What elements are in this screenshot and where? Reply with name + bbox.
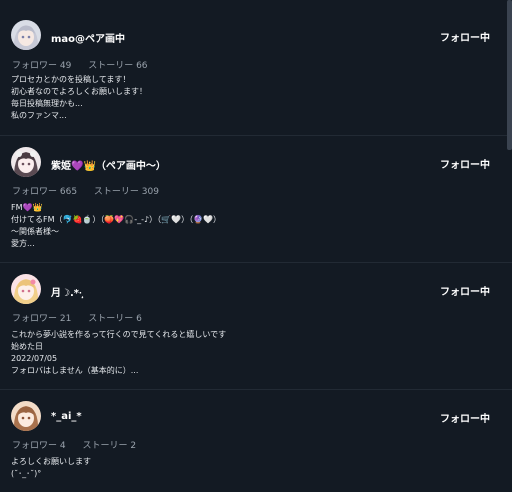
user-name[interactable]: mao@ペア画中	[51, 30, 125, 45]
avatar[interactable]	[11, 274, 41, 304]
bio-line: フォロバはしません（基本的に）...	[11, 366, 139, 375]
followers-count[interactable]: フォロワー 4	[12, 441, 66, 451]
stories-count[interactable]: ストーリー 6	[88, 314, 142, 324]
user-bio: FM💜👑 付けてるFM（🐬🍓🍵）（🍑💖🎧-_-♪）（🛒🤍）（🔮🤍） 〜関係者様〜…	[11, 202, 221, 250]
user-name[interactable]: 月☽.*·̩͙	[51, 284, 82, 299]
user-bio: プロセカとかのを投稿してます！ 初心者なのでよろしくお願いします！ 毎日投稿無理…	[11, 74, 147, 122]
bio-line: 毎日投稿無理かも...	[11, 99, 83, 108]
user-stats: フォロワー 21 ストーリー 6	[12, 311, 142, 324]
bio-line: これから夢小説を作るって行くので見てくれると嬉しいです	[11, 330, 227, 339]
bio-line: プロセカとかのを投稿してます！	[11, 75, 131, 84]
following-button[interactable]: フォロー中	[440, 156, 490, 171]
bio-line: 2022/07/05	[11, 354, 58, 363]
followers-count[interactable]: フォロワー 665	[12, 187, 77, 197]
follow-list: mao@ペア画中 フォロー中 フォロワー 49 ストーリー 66 プロセカとかの…	[0, 0, 512, 492]
user-name[interactable]: 紫姫💜👑（ペア画中〜）	[51, 157, 166, 172]
user-name[interactable]: *_ai_*	[51, 411, 82, 422]
bio-line: 〜関係者様〜	[11, 227, 59, 236]
stories-count[interactable]: ストーリー 66	[88, 61, 147, 71]
user-bio: よろしくお願いします (˘･_･˘)°	[11, 456, 91, 480]
following-button[interactable]: フォロー中	[440, 283, 490, 298]
bio-line: 付けてるFM（🐬🍓🍵）（🍑💖🎧-_-♪）（🛒🤍）（🔮🤍）	[11, 215, 221, 224]
bio-line: よろしくお願いします	[11, 457, 91, 466]
scrollbar[interactable]	[507, 0, 512, 150]
avatar[interactable]	[11, 20, 41, 50]
bio-line: 始めた日	[11, 342, 43, 351]
user-stats: フォロワー 49 ストーリー 66	[12, 58, 148, 71]
stories-count[interactable]: ストーリー 309	[94, 187, 159, 197]
user-stats: フォロワー 4 ストーリー 2	[12, 438, 136, 451]
user-stats: フォロワー 665 ストーリー 309	[12, 184, 159, 197]
user-card[interactable]: 月☽.*·̩͙ フォロー中 フォロワー 21 ストーリー 6 これから夢小説を作…	[0, 263, 512, 390]
bio-line: 私のファンマ...	[11, 111, 67, 120]
stories-count[interactable]: ストーリー 2	[82, 441, 136, 451]
user-card[interactable]: *_ai_* フォロー中 フォロワー 4 ストーリー 2 よろしくお願いします …	[0, 390, 512, 492]
avatar[interactable]	[11, 401, 41, 431]
following-button[interactable]: フォロー中	[440, 410, 490, 425]
user-card[interactable]: 紫姫💜👑（ペア画中〜） フォロー中 フォロワー 665 ストーリー 309 FM…	[0, 136, 512, 263]
bio-line: (˘･_･˘)°	[11, 469, 42, 478]
followers-count[interactable]: フォロワー 21	[12, 314, 71, 324]
user-bio: これから夢小説を作るって行くので見てくれると嬉しいです 始めた日 2022/07…	[11, 329, 226, 377]
following-button[interactable]: フォロー中	[440, 29, 490, 44]
user-card[interactable]: mao@ペア画中 フォロー中 フォロワー 49 ストーリー 66 プロセカとかの…	[0, 0, 512, 136]
bio-line: 愛方...	[11, 239, 35, 248]
followers-count[interactable]: フォロワー 49	[12, 61, 71, 71]
avatar[interactable]	[11, 147, 41, 177]
bio-line: FM💜👑	[11, 203, 43, 212]
bio-line: 初心者なのでよろしくお願いします！	[11, 87, 147, 96]
